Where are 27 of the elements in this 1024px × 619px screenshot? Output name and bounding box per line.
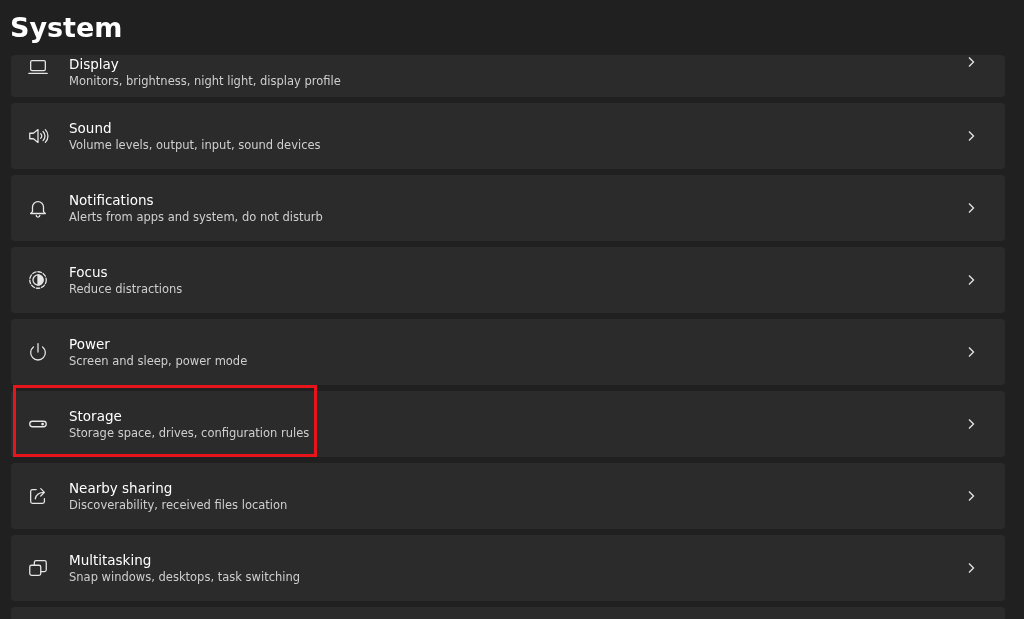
item-description: Discoverability, received files location xyxy=(69,498,289,512)
item-title: Display xyxy=(69,56,120,72)
settings-card[interactable]: Focus Reduce distractions xyxy=(11,247,1005,313)
settings-card[interactable]: Display Monitors, brightness, night light, display profile xyxy=(11,55,1005,97)
item-title: Notifications xyxy=(69,192,155,208)
settings-card[interactable]: Power Screen and sleep, power mode xyxy=(11,319,1005,385)
item-title: Focus xyxy=(69,264,109,280)
settings-card[interactable]: Multitasking Snap windows, desktops, task switching xyxy=(11,535,1005,601)
item-description: Storage space, drives, configuration rules xyxy=(69,426,311,440)
item-description: Screen and sleep, power mode xyxy=(69,354,249,368)
item-title: Multitasking xyxy=(69,552,153,568)
focus-icon xyxy=(27,269,49,291)
item-description: Snap windows, desktops, task switching xyxy=(69,570,302,584)
power-icon xyxy=(27,341,49,363)
item-description: Reduce distractions xyxy=(69,282,184,296)
item-title: Storage xyxy=(69,408,123,424)
item-description: Monitors, brightness, night light, display profile xyxy=(69,74,342,88)
item-title: Power xyxy=(69,336,111,352)
page-title: System xyxy=(10,12,123,43)
item-title: Sound xyxy=(69,120,113,136)
settings-card[interactable]: Sound Volume levels, output, input, sound devices xyxy=(11,103,1005,169)
settings-card[interactable]: Notifications Alerts from apps and system, do not disturb xyxy=(11,175,1005,241)
item-title: Nearby sharing xyxy=(69,480,174,496)
windows-icon xyxy=(27,557,49,579)
settings-card[interactable]: Nearby sharing Discoverability, received files location xyxy=(11,463,1005,529)
item-description: Volume levels, output, input, sound devices xyxy=(69,138,322,152)
item-description: Alerts from apps and system, do not disturb xyxy=(69,210,324,224)
